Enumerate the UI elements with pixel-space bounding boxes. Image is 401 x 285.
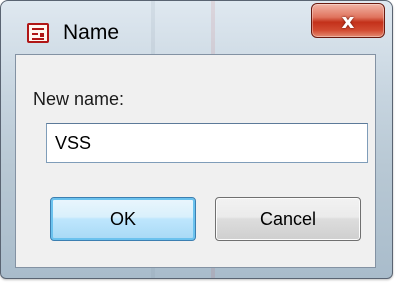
ok-button[interactable]: OK — [50, 197, 196, 241]
name-input[interactable] — [46, 123, 368, 163]
close-button[interactable]: x — [311, 3, 385, 38]
new-name-label: New name: — [33, 89, 125, 109]
close-icon: x — [341, 9, 355, 33]
title-bar[interactable]: Name x — [1, 1, 392, 53]
dialog-app-icon — [27, 23, 49, 43]
cancel-button[interactable]: Cancel — [215, 197, 361, 241]
dialog-title: Name — [63, 21, 120, 44]
